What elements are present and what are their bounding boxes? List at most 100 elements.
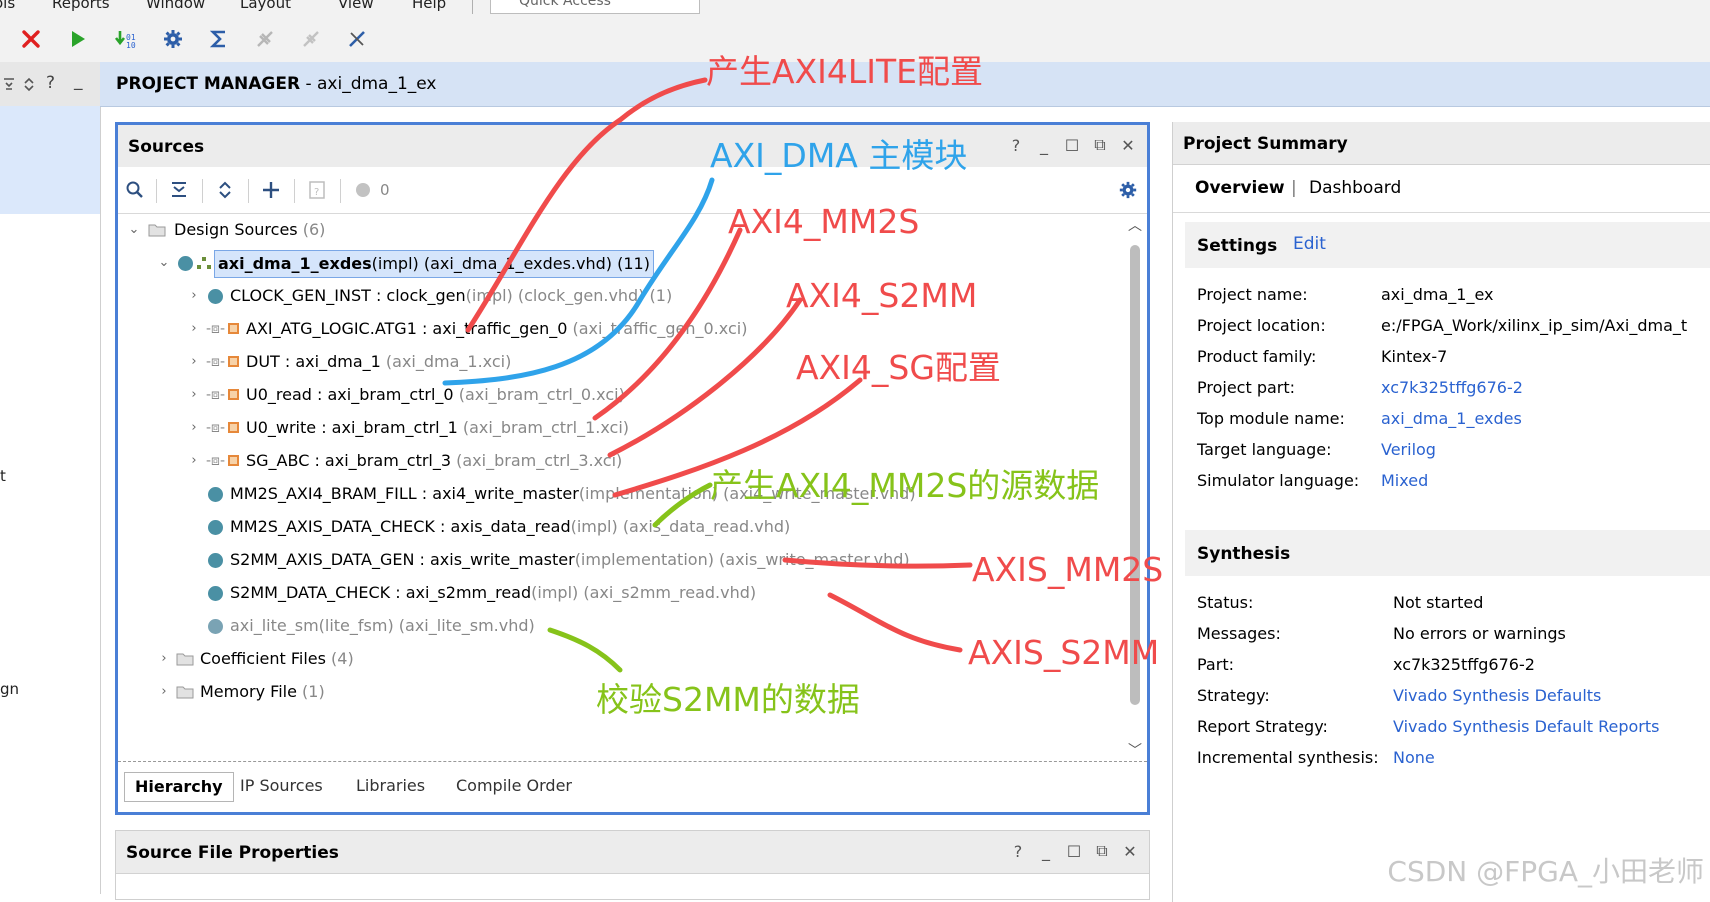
collapse-all-icon[interactable] (2, 76, 16, 92)
annotation-axis-s2mm: AXIS_S2MM (968, 633, 1160, 672)
annotation-axi-dma-main: AXI_DMA 主模块 (710, 136, 968, 175)
run-icon[interactable] (64, 26, 90, 52)
annotation-axi4lite-config: 产生AXI4LITE配置 (706, 52, 984, 91)
source-info-disabled-icon[interactable]: ? (304, 177, 330, 203)
summary-tabs: Overview | Dashboard (1173, 164, 1710, 213)
tab-ip-sources[interactable]: IP Sources (230, 772, 333, 800)
add-sources-icon[interactable] (258, 177, 284, 203)
chevron-right-icon[interactable]: › (186, 413, 202, 443)
strategy-link[interactable]: Vivado Synthesis Defaults (1393, 681, 1601, 711)
ip-icon (228, 455, 239, 466)
stop-icon[interactable] (18, 26, 44, 52)
chevron-down-icon[interactable]: ⌄ (126, 215, 142, 245)
search-icon[interactable] (122, 177, 148, 203)
debug-disabled-icon[interactable] (252, 26, 278, 52)
float-icon[interactable]: ⧉ (1093, 841, 1111, 860)
help-icon[interactable]: ? (1009, 842, 1027, 861)
module-dot-icon (208, 586, 223, 601)
minimize-icon[interactable]: _ (1035, 136, 1053, 155)
ip-connector-icon: -⧈- (206, 420, 226, 436)
source-file-properties-title: Source File Properties (126, 843, 339, 863)
chevron-right-icon[interactable]: › (186, 380, 202, 410)
folder-icon (176, 686, 194, 699)
menu-bar: ols Reports Window Layout View Help Quic… (0, 0, 1710, 14)
menu-window[interactable]: Window (146, 0, 205, 12)
module-dot-icon (208, 289, 223, 304)
help-icon[interactable]: ? (1007, 136, 1025, 155)
flow-nav-item-fragment[interactable]: t (0, 467, 6, 485)
project-summary-panel: Project Summary Overview | Dashboard Set… (1172, 122, 1710, 902)
maximize-icon[interactable]: ☐ (1063, 136, 1081, 155)
settings-section: Settings Edit Project name: axi_dma_1_ex … (1185, 222, 1710, 522)
project-part-link[interactable]: xc7k325tffg676-2 (1381, 373, 1523, 403)
sources-title: Sources (128, 137, 205, 157)
module-dot-icon (178, 256, 193, 271)
menu-help[interactable]: Help (412, 0, 446, 12)
incremental-synthesis-link[interactable]: None (1393, 743, 1435, 773)
menu-tools-partial[interactable]: ols (0, 0, 15, 12)
chevron-right-icon[interactable]: › (186, 281, 202, 311)
flow-navigator-selected-item[interactable] (0, 106, 100, 214)
ip-connector-icon: -⧈- (206, 453, 226, 469)
module-dot-icon (208, 619, 223, 634)
project-summary-header: Project Summary (1173, 122, 1710, 165)
sources-scrollbar[interactable]: ︿ ﹀ (1127, 215, 1143, 760)
module-dot-icon (208, 487, 223, 502)
tab-dashboard[interactable]: Dashboard (1309, 178, 1401, 198)
sigma-icon[interactable] (206, 26, 232, 52)
chevron-right-icon[interactable]: › (186, 446, 202, 476)
svg-text:?: ? (314, 187, 319, 198)
ip-connector-icon: -⧈- (206, 354, 226, 370)
menu-view[interactable]: View (338, 0, 374, 12)
tab-hierarchy[interactable]: Hierarchy (124, 772, 234, 802)
top-module-link[interactable]: axi_dma_1_exdes (1381, 404, 1522, 434)
probe-disabled-icon[interactable] (298, 26, 324, 52)
source-file-properties-header: Source File Properties ? _ ☐ ⧉ ✕ (116, 831, 1149, 874)
collapse-all-icon[interactable] (166, 177, 192, 203)
settings-title: Settings (1197, 236, 1278, 256)
report-strategy-link[interactable]: Vivado Synthesis Default Reports (1393, 712, 1660, 742)
chevron-right-icon[interactable]: › (156, 677, 172, 707)
tab-compile-order[interactable]: Compile Order (446, 772, 582, 800)
tab-libraries[interactable]: Libraries (346, 772, 435, 800)
menu-separator (472, 0, 473, 14)
ip-icon (228, 323, 239, 334)
chevron-right-icon[interactable]: › (186, 347, 202, 377)
float-icon[interactable]: ⧉ (1091, 135, 1109, 154)
chevron-right-icon[interactable]: › (186, 314, 202, 344)
flow-navigator-header: ? _ (0, 62, 100, 106)
target-language-link[interactable]: Verilog (1381, 435, 1436, 465)
tab-overview[interactable]: Overview (1195, 178, 1285, 198)
ip-icon (228, 422, 239, 433)
minimize-icon[interactable]: _ (1037, 842, 1055, 861)
chevron-down-icon[interactable]: ⌄ (156, 248, 172, 278)
quick-access-input[interactable]: Quick Access (490, 0, 700, 14)
maximize-icon[interactable]: ☐ (1065, 842, 1083, 861)
ip-connector-icon: -⧈- (206, 387, 226, 403)
ip-connector-icon: -⧈- (206, 321, 226, 337)
gear-icon[interactable] (1115, 177, 1141, 203)
sources-header: Sources ? _ ☐ ⧉ ✕ (118, 125, 1147, 168)
flow-nav-item-fragment-2[interactable]: gn (0, 680, 19, 698)
expand-all-icon[interactable] (22, 76, 36, 92)
close-icon[interactable]: ✕ (1119, 136, 1137, 155)
error-count: 0 (380, 181, 390, 199)
simulator-language-link[interactable]: Mixed (1381, 466, 1428, 496)
annotation-check-s2mm-data: 校验S2MM的数据 (596, 680, 860, 719)
settings-gear-icon[interactable] (160, 26, 186, 52)
chevron-right-icon[interactable]: › (156, 644, 172, 674)
cross-probe-icon[interactable] (344, 26, 370, 52)
annotation-axi4-sg-config: AXI4_SG配置 (796, 348, 1001, 387)
close-icon[interactable]: ✕ (1121, 842, 1139, 861)
settings-edit-link[interactable]: Edit (1293, 234, 1326, 254)
watermark: CSDN @FPGA_小田老师 (1387, 855, 1704, 888)
expand-all-icon[interactable] (212, 177, 238, 203)
menu-reports[interactable]: Reports (52, 0, 110, 12)
minimize-icon[interactable]: _ (74, 71, 83, 91)
program-device-icon[interactable]: 01 10 (112, 26, 138, 52)
menu-layout[interactable]: Layout (240, 0, 291, 12)
help-icon[interactable]: ? (46, 73, 55, 93)
annotation-axi4-mm2s: AXI4_MM2S (728, 202, 920, 241)
module-dot-icon (208, 553, 223, 568)
flow-navigator-rail: ? _ t gn (0, 62, 101, 894)
